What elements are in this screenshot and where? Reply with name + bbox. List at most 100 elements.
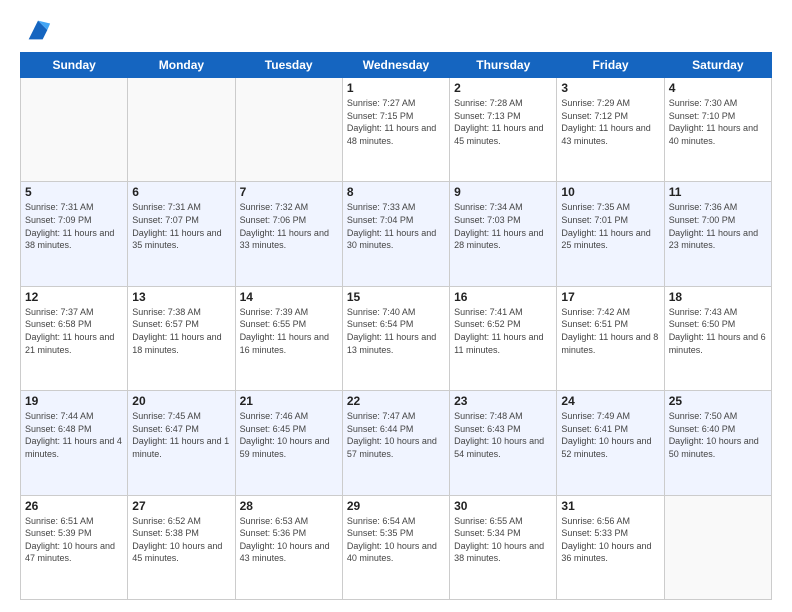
calendar-cell: 5 Sunrise: 7:31 AMSunset: 7:09 PMDaylight… [21, 182, 128, 286]
day-number: 14 [240, 290, 338, 304]
day-info: Sunrise: 7:48 AMSunset: 6:43 PMDaylight:… [454, 410, 552, 460]
day-info: Sunrise: 7:31 AMSunset: 7:07 PMDaylight:… [132, 201, 230, 251]
header [20, 16, 772, 44]
calendar-cell: 22 Sunrise: 7:47 AMSunset: 6:44 PMDayligh… [342, 391, 449, 495]
calendar-cell: 27 Sunrise: 6:52 AMSunset: 5:38 PMDayligh… [128, 495, 235, 599]
calendar-cell [128, 78, 235, 182]
weekday-header-thursday: Thursday [450, 53, 557, 78]
calendar-cell: 10 Sunrise: 7:35 AMSunset: 7:01 PMDayligh… [557, 182, 664, 286]
day-number: 9 [454, 185, 552, 199]
day-number: 24 [561, 394, 659, 408]
week-row-3: 12 Sunrise: 7:37 AMSunset: 6:58 PMDayligh… [21, 286, 772, 390]
calendar-cell: 23Sunrise: 7:48 AMSunset: 6:43 PMDayligh… [450, 391, 557, 495]
day-info: Sunrise: 7:41 AMSunset: 6:52 PMDaylight:… [454, 306, 552, 356]
calendar-cell: 7 Sunrise: 7:32 AMSunset: 7:06 PMDaylight… [235, 182, 342, 286]
day-info: Sunrise: 7:47 AMSunset: 6:44 PMDaylight:… [347, 410, 445, 460]
day-number: 2 [454, 81, 552, 95]
day-info: Sunrise: 7:40 AMSunset: 6:54 PMDaylight:… [347, 306, 445, 356]
calendar-cell [21, 78, 128, 182]
day-number: 3 [561, 81, 659, 95]
day-number: 21 [240, 394, 338, 408]
calendar-cell: 12 Sunrise: 7:37 AMSunset: 6:58 PMDayligh… [21, 286, 128, 390]
day-info: Sunrise: 7:35 AMSunset: 7:01 PMDaylight:… [561, 201, 659, 251]
calendar-cell: 15 Sunrise: 7:40 AMSunset: 6:54 PMDayligh… [342, 286, 449, 390]
calendar-cell: 31 Sunrise: 6:56 AMSunset: 5:33 PMDayligh… [557, 495, 664, 599]
day-number: 29 [347, 499, 445, 513]
day-number: 1 [347, 81, 445, 95]
day-info: Sunrise: 7:49 AMSunset: 6:41 PMDaylight:… [561, 410, 659, 460]
calendar-cell: 2 Sunrise: 7:28 AMSunset: 7:13 PMDaylight… [450, 78, 557, 182]
calendar-cell: 1 Sunrise: 7:27 AMSunset: 7:15 PMDaylight… [342, 78, 449, 182]
day-number: 27 [132, 499, 230, 513]
calendar-cell [664, 495, 771, 599]
day-number: 5 [25, 185, 123, 199]
weekday-header-sunday: Sunday [21, 53, 128, 78]
calendar-cell: 25Sunrise: 7:50 AMSunset: 6:40 PMDayligh… [664, 391, 771, 495]
day-info: Sunrise: 7:38 AMSunset: 6:57 PMDaylight:… [132, 306, 230, 356]
calendar-cell: 26 Sunrise: 6:51 AMSunset: 5:39 PMDayligh… [21, 495, 128, 599]
calendar-cell: 24 Sunrise: 7:49 AMSunset: 6:41 PMDayligh… [557, 391, 664, 495]
day-number: 18 [669, 290, 767, 304]
day-info: Sunrise: 7:36 AMSunset: 7:00 PMDaylight:… [669, 201, 767, 251]
day-info: Sunrise: 7:34 AMSunset: 7:03 PMDaylight:… [454, 201, 552, 251]
calendar-cell: 13 Sunrise: 7:38 AMSunset: 6:57 PMDayligh… [128, 286, 235, 390]
day-info: Sunrise: 6:54 AMSunset: 5:35 PMDaylight:… [347, 515, 445, 565]
day-info: Sunrise: 7:28 AMSunset: 7:13 PMDaylight:… [454, 97, 552, 147]
day-info: Sunrise: 7:27 AMSunset: 7:15 PMDaylight:… [347, 97, 445, 147]
calendar-cell: 11 Sunrise: 7:36 AMSunset: 7:00 PMDayligh… [664, 182, 771, 286]
calendar-cell: 14 Sunrise: 7:39 AMSunset: 6:55 PMDayligh… [235, 286, 342, 390]
day-info: Sunrise: 7:39 AMSunset: 6:55 PMDaylight:… [240, 306, 338, 356]
day-number: 22 [347, 394, 445, 408]
day-number: 11 [669, 185, 767, 199]
day-number: 25 [669, 394, 767, 408]
day-number: 20 [132, 394, 230, 408]
calendar-cell: 3Sunrise: 7:29 AMSunset: 7:12 PMDaylight… [557, 78, 664, 182]
day-info: Sunrise: 6:52 AMSunset: 5:38 PMDaylight:… [132, 515, 230, 565]
day-info: Sunrise: 6:56 AMSunset: 5:33 PMDaylight:… [561, 515, 659, 565]
day-info: Sunrise: 7:32 AMSunset: 7:06 PMDaylight:… [240, 201, 338, 251]
day-number: 7 [240, 185, 338, 199]
day-info: Sunrise: 7:31 AMSunset: 7:09 PMDaylight:… [25, 201, 123, 251]
day-info: Sunrise: 7:37 AMSunset: 6:58 PMDaylight:… [25, 306, 123, 356]
calendar-cell: 20Sunrise: 7:45 AMSunset: 6:47 PMDayligh… [128, 391, 235, 495]
day-number: 19 [25, 394, 123, 408]
day-number: 13 [132, 290, 230, 304]
calendar-cell: 21 Sunrise: 7:46 AMSunset: 6:45 PMDayligh… [235, 391, 342, 495]
day-number: 6 [132, 185, 230, 199]
weekday-header-friday: Friday [557, 53, 664, 78]
calendar-cell: 28Sunrise: 6:53 AMSunset: 5:36 PMDayligh… [235, 495, 342, 599]
day-info: Sunrise: 7:33 AMSunset: 7:04 PMDaylight:… [347, 201, 445, 251]
logo [20, 16, 52, 44]
day-info: Sunrise: 7:44 AMSunset: 6:48 PMDaylight:… [25, 410, 123, 460]
calendar-cell: 16 Sunrise: 7:41 AMSunset: 6:52 PMDayligh… [450, 286, 557, 390]
day-number: 26 [25, 499, 123, 513]
day-info: Sunrise: 7:46 AMSunset: 6:45 PMDaylight:… [240, 410, 338, 460]
week-row-1: 1 Sunrise: 7:27 AMSunset: 7:15 PMDaylight… [21, 78, 772, 182]
page: SundayMondayTuesdayWednesdayThursdayFrid… [0, 0, 792, 612]
logo-icon [24, 16, 52, 44]
week-row-2: 5 Sunrise: 7:31 AMSunset: 7:09 PMDaylight… [21, 182, 772, 286]
calendar-cell: 6 Sunrise: 7:31 AMSunset: 7:07 PMDaylight… [128, 182, 235, 286]
day-info: Sunrise: 7:43 AMSunset: 6:50 PMDaylight:… [669, 306, 767, 356]
day-number: 10 [561, 185, 659, 199]
week-row-5: 26 Sunrise: 6:51 AMSunset: 5:39 PMDayligh… [21, 495, 772, 599]
day-info: Sunrise: 7:30 AMSunset: 7:10 PMDaylight:… [669, 97, 767, 147]
day-number: 16 [454, 290, 552, 304]
calendar-cell: 30Sunrise: 6:55 AMSunset: 5:34 PMDayligh… [450, 495, 557, 599]
calendar-table: SundayMondayTuesdayWednesdayThursdayFrid… [20, 52, 772, 600]
calendar-cell: 18 Sunrise: 7:43 AMSunset: 6:50 PMDayligh… [664, 286, 771, 390]
calendar-cell: 29 Sunrise: 6:54 AMSunset: 5:35 PMDayligh… [342, 495, 449, 599]
calendar-cell [235, 78, 342, 182]
calendar-cell: 8Sunrise: 7:33 AMSunset: 7:04 PMDaylight… [342, 182, 449, 286]
day-info: Sunrise: 7:42 AMSunset: 6:51 PMDaylight:… [561, 306, 659, 356]
calendar-cell: 17Sunrise: 7:42 AMSunset: 6:51 PMDayligh… [557, 286, 664, 390]
day-number: 28 [240, 499, 338, 513]
day-number: 31 [561, 499, 659, 513]
weekday-header-tuesday: Tuesday [235, 53, 342, 78]
day-number: 12 [25, 290, 123, 304]
calendar-cell: 9 Sunrise: 7:34 AMSunset: 7:03 PMDaylight… [450, 182, 557, 286]
weekday-header-wednesday: Wednesday [342, 53, 449, 78]
day-info: Sunrise: 6:51 AMSunset: 5:39 PMDaylight:… [25, 515, 123, 565]
day-number: 15 [347, 290, 445, 304]
weekday-header-monday: Monday [128, 53, 235, 78]
